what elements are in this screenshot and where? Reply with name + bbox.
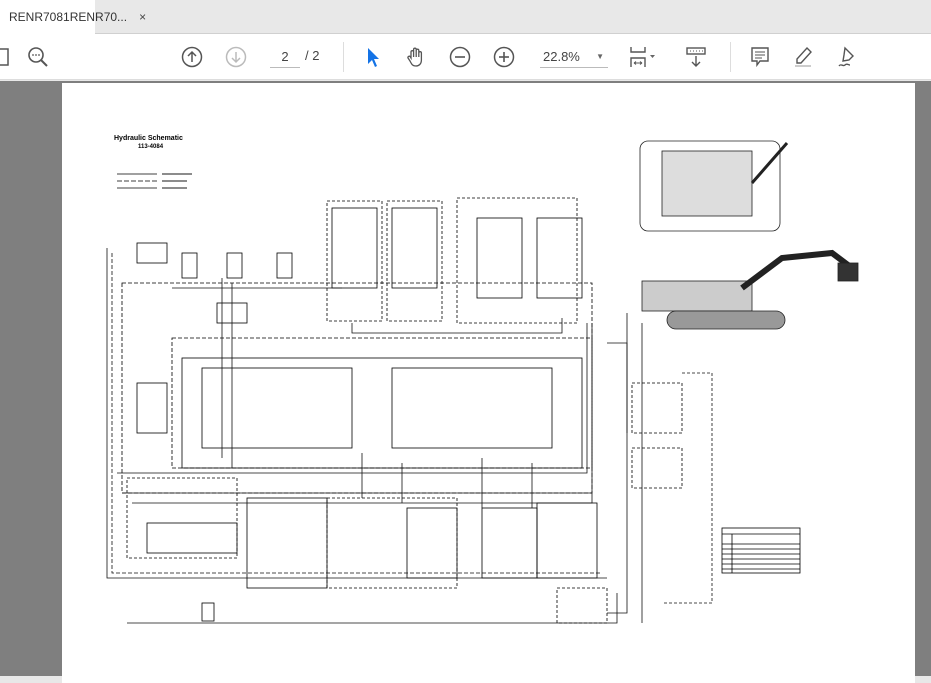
scrolling-mode-icon[interactable] [683,44,709,70]
hand-tool-icon[interactable] [403,44,429,70]
page-fit-button[interactable] [626,44,660,70]
next-page-button[interactable] [223,44,249,70]
previous-page-button[interactable] [179,44,205,70]
document-viewer[interactable]: Hydraulic Schematic 113-4084 [0,81,931,683]
highlight-icon[interactable] [790,44,816,70]
tab-bar: RENR7081RENR70... × [0,0,931,34]
comment-icon[interactable] [747,44,773,70]
zoom-value: 22.8% [543,49,580,64]
toolbar: / 2 22.8% ▼ [0,34,931,80]
divider [730,42,731,72]
component-table [721,527,801,574]
valve-blocks [121,197,683,624]
page-number-input[interactable] [270,46,300,68]
zoom-out-button[interactable] [447,44,473,70]
machine-illustrations [639,140,859,330]
legend-lines [117,173,192,189]
document-tab[interactable]: RENR7081RENR70... × [0,0,146,34]
select-tool-icon[interactable] [360,44,386,70]
tab-title: RENR7081RENR70... [9,10,128,24]
zoom-in-button[interactable] [491,44,517,70]
zoom-level-dropdown[interactable]: 22.8% ▼ [540,46,608,68]
chevron-down-icon: ▼ [596,52,604,61]
sign-icon[interactable] [833,44,859,70]
divider [343,42,344,72]
pdf-page: Hydraulic Schematic 113-4084 [62,83,915,683]
hydraulic-lines [106,248,713,624]
total-pages: / 2 [305,48,320,63]
hydraulic-schematic-drawing [106,140,859,624]
find-text-button[interactable] [25,44,51,70]
close-tab-button[interactable]: × [139,10,146,24]
page-thumbnail-icon[interactable] [0,44,14,70]
